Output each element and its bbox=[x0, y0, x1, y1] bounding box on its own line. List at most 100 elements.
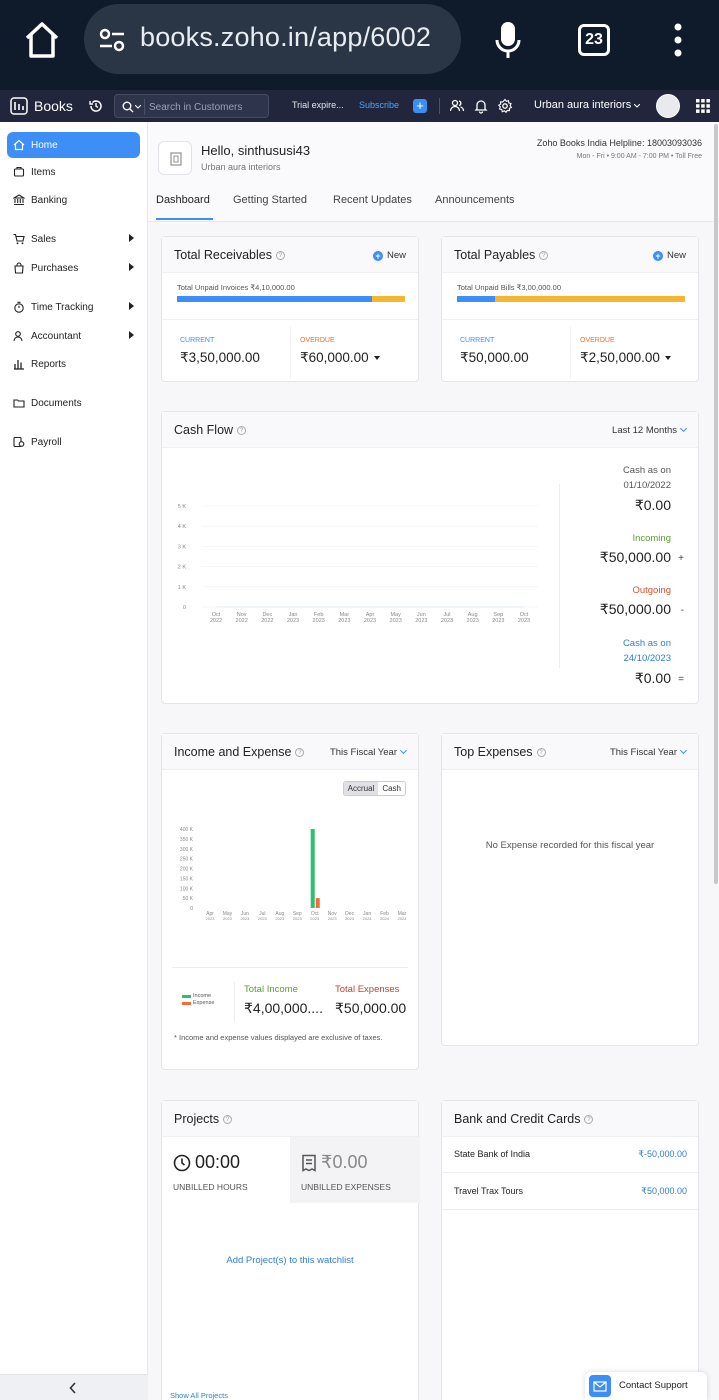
overdue-value[interactable]: ₹60,000.00 bbox=[300, 350, 380, 366]
accrual-toggle[interactable]: Accrual bbox=[343, 782, 379, 795]
tab-getting-started[interactable]: Getting Started bbox=[233, 194, 307, 206]
more-options-icon[interactable] bbox=[670, 22, 686, 58]
contact-support-button[interactable]: Contact Support bbox=[585, 1372, 707, 1400]
sidebar-item-purchases[interactable]: Purchases bbox=[7, 255, 140, 281]
sidebar-item-payroll[interactable]: Payroll bbox=[7, 429, 140, 455]
clock-icon bbox=[173, 1154, 191, 1171]
current-value[interactable]: ₹50,000.00 bbox=[460, 350, 529, 366]
search-bar[interactable] bbox=[114, 94, 269, 118]
greeting: Hello, sinthususi43 bbox=[201, 143, 311, 158]
minus-sign: - bbox=[680, 605, 684, 616]
help-icon[interactable]: ? bbox=[237, 426, 247, 435]
user-avatar[interactable] bbox=[656, 94, 680, 118]
unbilled-expenses-value-row: ₹0.00 bbox=[301, 1152, 368, 1173]
search-input[interactable] bbox=[149, 98, 264, 116]
card-header: Top Expenses? This Fiscal Year bbox=[442, 734, 698, 770]
items-icon bbox=[13, 166, 25, 177]
new-invoice-button[interactable]: + New bbox=[372, 250, 406, 261]
caret-down-icon[interactable] bbox=[373, 356, 380, 360]
x-tick-label: 2023 bbox=[287, 618, 299, 624]
sidebar-item-banking[interactable]: Banking bbox=[7, 187, 140, 213]
sidebar-item-sales[interactable]: Sales bbox=[7, 226, 140, 252]
sidebar-item-items[interactable]: Items bbox=[7, 159, 140, 185]
accountant-icon bbox=[13, 331, 23, 342]
home-icon[interactable] bbox=[24, 20, 60, 60]
page-scrollbar[interactable] bbox=[714, 124, 718, 884]
sidebar: Home Items Banking Sales Purchases Time … bbox=[0, 122, 148, 1400]
tab-dashboard[interactable]: Dashboard bbox=[156, 194, 210, 206]
help-icon[interactable]: ? bbox=[584, 1115, 594, 1124]
bank-cards-card: Bank and Credit Cards? State Bank of Ind… bbox=[441, 1100, 699, 1400]
top-expenses-period-dropdown[interactable]: This Fiscal Year bbox=[610, 746, 688, 758]
books-logo[interactable]: Books bbox=[10, 96, 73, 116]
quick-create-button[interactable]: + bbox=[413, 99, 427, 113]
y-tick-label: 100 K bbox=[180, 886, 194, 892]
gear-icon[interactable] bbox=[497, 98, 513, 114]
overdue-value[interactable]: ₹2,50,000.00 bbox=[580, 350, 671, 366]
apps-grid-icon[interactable] bbox=[696, 99, 710, 113]
sidebar-item-reports[interactable]: Reports bbox=[7, 351, 140, 377]
help-icon[interactable]: ? bbox=[275, 251, 285, 260]
chevron-down-icon bbox=[679, 746, 688, 755]
trial-status: Trial expire... bbox=[292, 100, 344, 110]
unpaid-invoices-total: Total Unpaid Invoices ₹4,10,000.00 bbox=[177, 283, 295, 292]
refer-friends-icon[interactable] bbox=[449, 98, 465, 114]
microphone-icon[interactable] bbox=[494, 20, 522, 60]
recent-history-icon[interactable] bbox=[88, 98, 104, 114]
add-projects-watchlist-link[interactable]: Add Project(s) to this watchlist bbox=[162, 1255, 418, 1266]
chevron-down-icon[interactable] bbox=[135, 105, 141, 109]
new-bill-button[interactable]: + New bbox=[652, 250, 686, 261]
tab-recent-updates[interactable]: Recent Updates bbox=[333, 194, 412, 206]
x-tick-label: 2023 bbox=[415, 618, 427, 624]
contact-support-label: Contact Support bbox=[619, 1380, 688, 1391]
help-icon[interactable]: ? bbox=[223, 1115, 233, 1124]
income-expense-period-dropdown[interactable]: This Fiscal Year bbox=[330, 746, 408, 758]
bank-account-row[interactable]: State Bank of India ₹-50,000.00 bbox=[442, 1137, 698, 1173]
address-bar[interactable]: books.zoho.in/app/6002 bbox=[84, 4, 461, 74]
bell-icon[interactable] bbox=[473, 98, 489, 114]
account-balance[interactable]: ₹50,000.00 bbox=[641, 1186, 687, 1197]
legend-label: Expense bbox=[193, 1000, 215, 1006]
sidebar-item-label: Purchases bbox=[31, 262, 79, 274]
tab-switcher-button[interactable]: 23 bbox=[578, 24, 610, 56]
help-icon[interactable]: ? bbox=[536, 748, 546, 757]
cart-icon bbox=[13, 233, 25, 245]
total-income-value: ₹4,00,000.... bbox=[244, 1000, 323, 1016]
sidebar-item-documents[interactable]: Documents bbox=[7, 390, 140, 416]
card-title: Income and Expense? bbox=[174, 745, 305, 759]
help-icon[interactable]: ? bbox=[539, 251, 549, 260]
card-header: Total Payables? + New bbox=[442, 237, 698, 273]
organization-logo[interactable] bbox=[158, 141, 192, 175]
sidebar-item-home[interactable]: Home bbox=[7, 132, 140, 158]
account-balance[interactable]: ₹-50,000.00 bbox=[638, 1149, 687, 1160]
show-all-projects-link[interactable]: Show All Projects bbox=[170, 1391, 228, 1400]
url-text[interactable]: books.zoho.in/app/6002 bbox=[140, 22, 456, 53]
organization-switcher[interactable]: Urban aura interiors bbox=[534, 99, 641, 111]
y-tick-label: 200 K bbox=[180, 867, 194, 873]
total-income-label: Total Income bbox=[244, 984, 298, 995]
search-icon[interactable] bbox=[121, 100, 135, 114]
help-icon[interactable]: ? bbox=[295, 748, 305, 757]
sidebar-item-accountant[interactable]: Accountant bbox=[7, 323, 140, 349]
current-value[interactable]: ₹3,50,000.00 bbox=[180, 350, 260, 366]
tabs-divider bbox=[148, 221, 719, 222]
sidebar-item-time-tracking[interactable]: Time Tracking bbox=[7, 294, 140, 320]
divider bbox=[290, 327, 291, 379]
tab-announcements[interactable]: Announcements bbox=[435, 194, 515, 206]
x-tick-label: 2023 bbox=[492, 618, 504, 624]
income-swatch bbox=[182, 994, 191, 998]
caret-down-icon[interactable] bbox=[664, 356, 671, 360]
site-settings-icon[interactable] bbox=[98, 26, 126, 54]
search-divider bbox=[144, 99, 145, 115]
dashboard-main: Hello, sinthususi43 Urban aura interiors… bbox=[148, 122, 719, 1400]
bank-account-row[interactable]: Travel Trax Tours ₹50,000.00 bbox=[442, 1174, 698, 1210]
cash-toggle[interactable]: Cash bbox=[378, 782, 405, 795]
cash-flow-chart: 01 K2 K3 K4 K5 KOct2022Nov2022Dec2022Jan… bbox=[178, 504, 538, 624]
basis-toggle: Accrual Cash bbox=[342, 781, 406, 796]
card-title-text: Cash Flow bbox=[174, 423, 234, 437]
current-fill bbox=[177, 296, 372, 302]
cash-flow-period-dropdown[interactable]: Last 12 Months bbox=[612, 424, 688, 436]
sidebar-item-label: Items bbox=[31, 166, 56, 178]
sidebar-collapse-button[interactable] bbox=[0, 1374, 148, 1400]
subscribe-link[interactable]: Subscribe bbox=[359, 100, 399, 110]
